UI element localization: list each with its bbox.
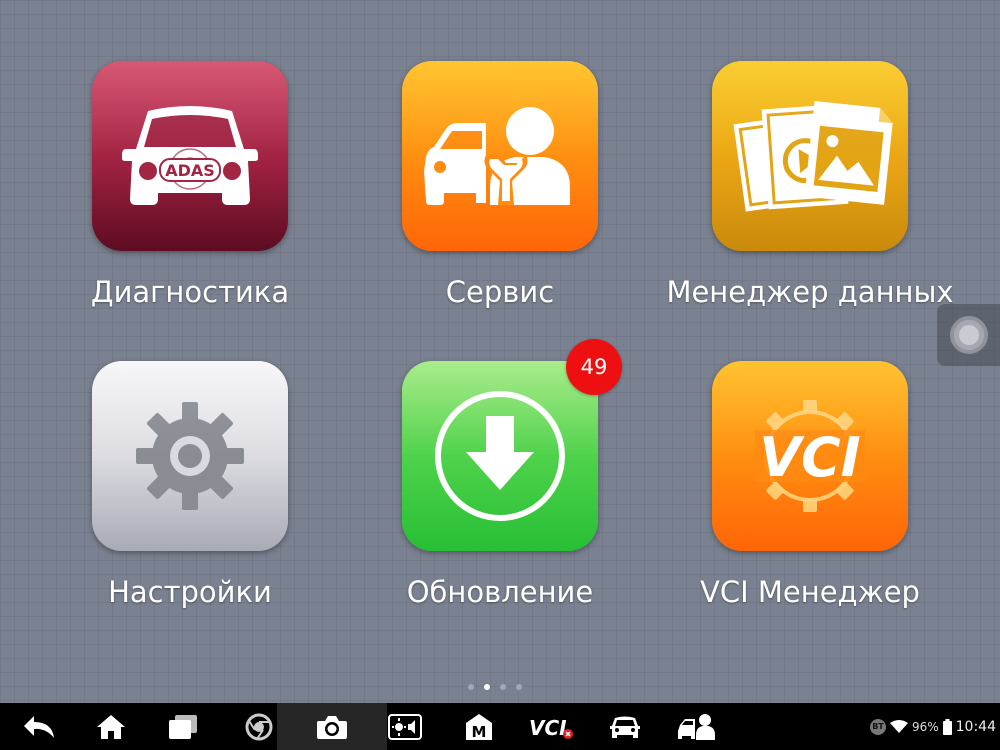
status-area: BT 96% 10:44 bbox=[869, 703, 996, 750]
chrome-icon bbox=[245, 713, 273, 740]
camera-icon bbox=[317, 715, 347, 739]
floating-assist-button[interactable] bbox=[937, 304, 1000, 366]
wifi-icon bbox=[889, 719, 908, 733]
car-adas-icon: ADAS bbox=[122, 106, 258, 205]
data-manager-tile[interactable] bbox=[712, 61, 908, 251]
vci-status-icon: VCI bbox=[529, 716, 573, 740]
diagnostics-tile[interactable]: ADAS bbox=[92, 61, 288, 251]
app-diagnostics[interactable]: ADAS Диагностика bbox=[40, 61, 340, 351]
camera-button[interactable] bbox=[277, 703, 387, 750]
back-icon bbox=[24, 715, 54, 738]
download-arrow-icon bbox=[435, 391, 565, 521]
app-label: Сервис bbox=[445, 275, 555, 309]
app-label: Настройки bbox=[108, 575, 272, 609]
recent-apps-icon bbox=[169, 714, 197, 739]
car-mechanic-icon bbox=[424, 107, 570, 205]
adas-text: ADAS bbox=[165, 161, 215, 180]
battery-icon bbox=[942, 718, 952, 735]
app-settings[interactable]: Настройки bbox=[40, 361, 340, 651]
vci-status-button[interactable]: VCI bbox=[522, 703, 580, 750]
m-logo-icon: M bbox=[466, 713, 492, 741]
back-button[interactable] bbox=[10, 703, 68, 750]
page-dot[interactable] bbox=[500, 684, 506, 690]
update-tile[interactable] bbox=[402, 361, 598, 551]
vci-manager-tile[interactable]: VCI bbox=[712, 361, 908, 551]
app-label: Менеджер данных bbox=[666, 275, 954, 309]
diagnostics-car-button[interactable] bbox=[596, 703, 654, 750]
app-service[interactable]: Сервис bbox=[350, 61, 650, 351]
vci-text: VCI bbox=[759, 426, 861, 489]
display-volume-button[interactable] bbox=[376, 703, 434, 750]
app-data-manager[interactable]: Менеджер данных bbox=[660, 61, 960, 351]
app-vci-manager[interactable]: VCI VCI Менеджер bbox=[660, 361, 960, 651]
bluetooth-icon: BT bbox=[869, 718, 886, 735]
page-dot[interactable] bbox=[468, 684, 474, 690]
car-mechanic-icon bbox=[678, 713, 715, 740]
home-button[interactable] bbox=[82, 703, 140, 750]
app-update[interactable]: 49 Обновление bbox=[350, 339, 650, 651]
notification-badge: 49 bbox=[566, 339, 622, 395]
app-label: Диагностика bbox=[90, 275, 290, 309]
service-button[interactable] bbox=[668, 703, 726, 750]
app-label: VCI Менеджер bbox=[700, 575, 920, 609]
app-label: Обновление bbox=[406, 575, 594, 609]
service-tile[interactable] bbox=[402, 61, 598, 251]
page-indicator bbox=[468, 684, 522, 690]
settings-tile[interactable] bbox=[92, 361, 288, 551]
recent-apps-button[interactable] bbox=[154, 703, 212, 750]
svg-text:M: M bbox=[472, 723, 487, 741]
svg-text:VCI: VCI bbox=[529, 716, 567, 740]
clock: 10:44 bbox=[955, 718, 996, 735]
system-navbar: M VCI BT 96% 10:44 bbox=[0, 703, 1000, 750]
gear-icon bbox=[136, 402, 244, 510]
m-app-button[interactable]: M bbox=[450, 703, 508, 750]
page-dot-active[interactable] bbox=[484, 684, 490, 690]
home-icon bbox=[97, 714, 125, 739]
home-screen: ADAS Диагностика Сервис Менеджер данных … bbox=[0, 0, 1000, 703]
car-icon bbox=[610, 716, 640, 738]
media-files-icon bbox=[733, 100, 893, 212]
vci-gear-icon: VCI bbox=[755, 400, 865, 512]
page-dot[interactable] bbox=[516, 684, 522, 690]
display-volume-icon bbox=[388, 713, 422, 740]
battery-percent: 96% bbox=[911, 719, 939, 734]
assist-circle-icon bbox=[949, 316, 988, 354]
